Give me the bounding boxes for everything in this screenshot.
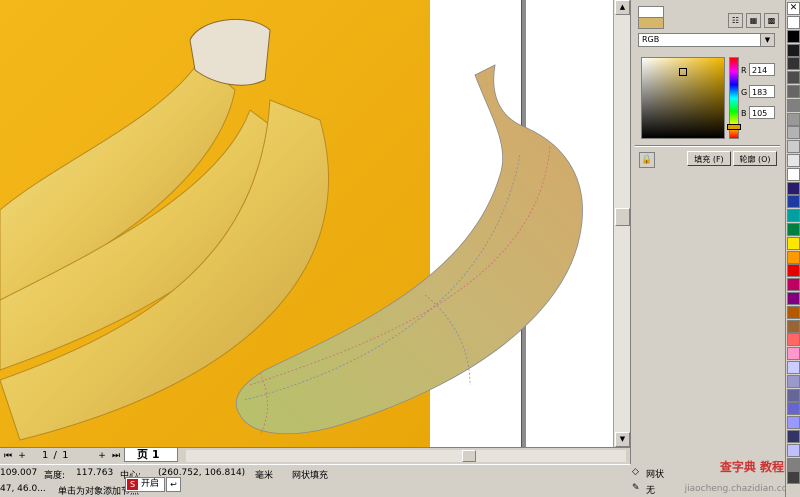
- status-bar: 109.007 高度: 117.763 中心: (260.752, 106.81…: [0, 464, 630, 497]
- palette-swatch[interactable]: [787, 126, 800, 140]
- vertical-scroll-thumb[interactable]: [615, 208, 630, 226]
- palette-swatch[interactable]: [787, 333, 800, 347]
- fill-status-label: 网状: [646, 470, 665, 480]
- color-model-select[interactable]: RGB ▼: [638, 33, 775, 47]
- palette-swatch[interactable]: [787, 43, 800, 57]
- palette-swatch[interactable]: [787, 471, 800, 485]
- vertical-scrollbar[interactable]: ▲ ▼: [613, 0, 630, 447]
- object-type: 网状填充: [292, 471, 329, 481]
- no-color-swatch[interactable]: ✕: [787, 2, 800, 15]
- watermark-url: jiaocheng.chazidian.com: [684, 484, 796, 494]
- horizontal-scrollbar[interactable]: [186, 450, 626, 462]
- palette-swatch[interactable]: [787, 416, 800, 430]
- ime-label: 开启: [141, 479, 160, 489]
- palette-swatch[interactable]: [787, 140, 800, 154]
- chevron-down-icon[interactable]: ▼: [760, 34, 774, 46]
- palette-swatch[interactable]: [787, 388, 800, 402]
- palette-swatch[interactable]: [787, 374, 800, 388]
- scroll-up-icon[interactable]: ▲: [615, 0, 630, 15]
- blue-label: B: [741, 109, 747, 118]
- last-page-icon[interactable]: ⏭: [110, 450, 122, 462]
- palette-swatch[interactable]: [787, 154, 800, 167]
- palette-swatch[interactable]: [787, 167, 800, 181]
- fill-button[interactable]: 填充 (F): [687, 151, 731, 166]
- hue-slider-marker[interactable]: [727, 124, 741, 130]
- page-tab[interactable]: 页 1: [124, 448, 178, 462]
- color-model-value: RGB: [642, 35, 660, 44]
- pen-icon: ✎: [632, 483, 640, 493]
- height-label: 高度:: [44, 471, 66, 481]
- color-picker-marker[interactable]: [679, 68, 687, 76]
- palette-swatch[interactable]: [787, 443, 800, 457]
- page-navigation-bar: ⏮ + 1 / 1 + ⏭ 页 1: [0, 447, 630, 464]
- palette-swatch[interactable]: [787, 98, 800, 112]
- palette-swatch[interactable]: [787, 278, 800, 292]
- palette-swatch[interactable]: [787, 347, 800, 361]
- green-label: G: [741, 88, 748, 97]
- color-picker-area[interactable]: [641, 57, 725, 139]
- add-page-after-button[interactable]: +: [96, 450, 108, 462]
- ime-toggle-icon[interactable]: ↩: [166, 477, 181, 492]
- palette-swatch[interactable]: [787, 236, 800, 250]
- palette-swatch[interactable]: [787, 181, 800, 195]
- height-value: 117.763: [76, 468, 114, 478]
- palette-swatch[interactable]: [787, 112, 800, 126]
- page-indicator: 1 / 1: [42, 450, 70, 461]
- palette-swatch[interactable]: [787, 264, 800, 278]
- palette-swatch[interactable]: [787, 85, 800, 98]
- color-palette: ✕: [785, 0, 800, 497]
- palette-swatch[interactable]: [787, 29, 800, 43]
- outline-status-label: 无: [646, 486, 656, 496]
- scroll-down-icon[interactable]: ▼: [615, 432, 630, 447]
- lock-icon[interactable]: 🔒: [639, 152, 655, 168]
- width-value: 109.007: [0, 468, 38, 478]
- panel-divider: [635, 145, 780, 147]
- palette-swatch[interactable]: [787, 457, 800, 471]
- color-sliders-icon[interactable]: ☷: [728, 13, 743, 28]
- first-page-icon[interactable]: ⏮: [2, 450, 14, 462]
- mesh-fill-icon: ◇: [632, 467, 639, 477]
- palette-swatch[interactable]: [787, 223, 800, 236]
- ime-taskbar-button[interactable]: S 开启: [125, 477, 165, 492]
- palette-swatch[interactable]: [787, 361, 800, 374]
- palette-swatch[interactable]: [787, 292, 800, 305]
- palette-swatch[interactable]: [787, 209, 800, 223]
- palette-swatch[interactable]: [787, 430, 800, 443]
- add-page-before-button[interactable]: +: [16, 450, 28, 462]
- outline-button[interactable]: 轮廓 (O): [733, 151, 777, 166]
- palette-swatch[interactable]: [787, 305, 800, 319]
- mesh-banana[interactable]: [220, 55, 600, 447]
- red-label: R: [741, 66, 747, 75]
- color-viewer-icon[interactable]: ▦: [746, 13, 761, 28]
- drawing-canvas[interactable]: [0, 0, 613, 447]
- new-color-swatch: [638, 17, 664, 29]
- palette-swatch[interactable]: [787, 319, 800, 333]
- palette-swatch[interactable]: [787, 57, 800, 71]
- palette-swatch[interactable]: [787, 195, 800, 209]
- palette-swatch[interactable]: [787, 250, 800, 264]
- cursor-position: 47, 46.0...: [0, 484, 46, 494]
- color-docker: ☷ ▦ ▩ RGB ▼ R 214 G 183 B 105 🔒 填充 (F) 轮…: [630, 0, 785, 497]
- horizontal-scroll-thumb[interactable]: [462, 450, 476, 462]
- color-palette-icon[interactable]: ▩: [764, 13, 779, 28]
- unit-label: 毫米: [255, 471, 274, 481]
- ime-icon: S: [127, 479, 138, 490]
- blue-input[interactable]: 105: [749, 106, 775, 119]
- palette-swatch[interactable]: [787, 402, 800, 416]
- red-input[interactable]: 214: [749, 63, 775, 76]
- palette-swatch[interactable]: [787, 16, 800, 29]
- green-input[interactable]: 183: [749, 85, 775, 98]
- palette-swatch[interactable]: [787, 71, 800, 85]
